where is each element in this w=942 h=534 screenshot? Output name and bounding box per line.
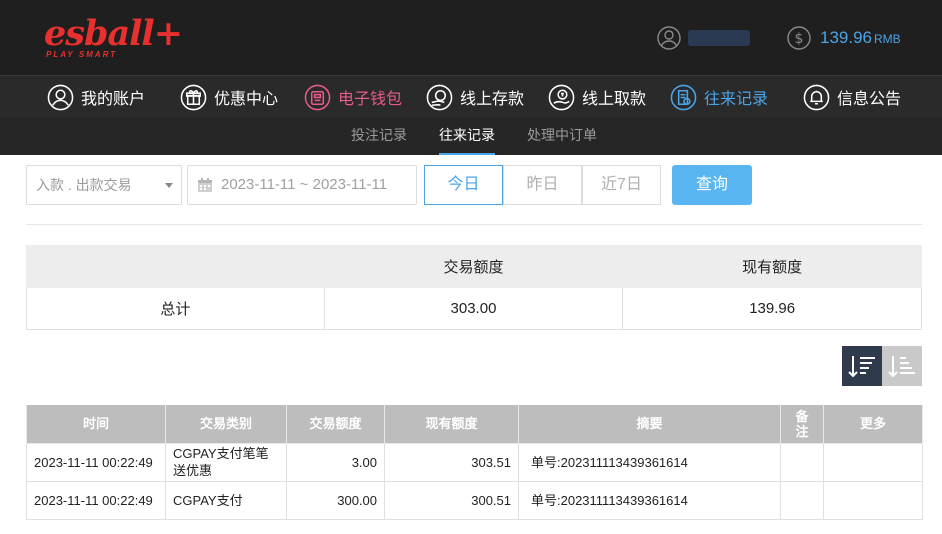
date-range-value: 2023-11-11 ~ 2023-11-11	[221, 176, 388, 193]
nav-item-announcements[interactable]: 信息公告	[803, 76, 901, 118]
column-header-summary: 摘要	[518, 405, 781, 444]
nav-item-my-account[interactable]: 我的账户	[47, 76, 145, 118]
deposit-icon	[426, 84, 453, 110]
nav-label: 我的账户	[81, 91, 146, 108]
cell-time: 2023-11-11 00:22:49	[26, 480, 166, 520]
query-button[interactable]: 查询	[672, 165, 752, 205]
range-today-button[interactable]: 今日	[424, 165, 503, 205]
nav-label: 电子钱包	[338, 91, 403, 108]
tab-pending-orders[interactable]: 处理中订单	[527, 117, 597, 155]
gift-icon	[180, 84, 207, 110]
range-last-7-days-button[interactable]: 近7日	[582, 165, 661, 205]
select-value: 入款 . 出款交易	[36, 177, 132, 193]
nav-item-e-wallet[interactable]: 电子钱包	[304, 76, 402, 118]
column-header-balance: 现有额度	[384, 405, 519, 444]
sort-descending-icon	[848, 356, 875, 378]
wallet-icon	[304, 84, 331, 110]
nav-item-transaction-records[interactable]: 往来记录	[670, 76, 768, 118]
top-header: esball+ PLAY SMART $ 139.96 RMB	[0, 0, 942, 75]
summary-cell: 总计	[26, 287, 325, 330]
summary-total-row: 总计 303.00 139.96	[26, 287, 922, 330]
nav-item-online-deposit[interactable]: 线上存款	[426, 76, 524, 118]
summary-header-row: 交易额度 现有额度	[26, 245, 922, 288]
tab-transaction-records[interactable]: 往来记录	[439, 117, 495, 155]
cell-more[interactable]	[823, 442, 923, 482]
nav-label: 信息公告	[837, 91, 902, 108]
cell-summary: 单号:202311113439361614	[518, 442, 781, 482]
records-table: 时间 交易类别 交易额度 现有额度 摘要 备注 更多 2023-11-11 00…	[26, 405, 923, 520]
sort-ascending-button[interactable]	[882, 346, 922, 386]
column-header-amount: 交易额度	[286, 405, 385, 444]
cell-time: 2023-11-11 00:22:49	[26, 442, 166, 482]
balance-unit: RMB	[874, 32, 901, 46]
table-row: 2023-11-11 00:22:49 CGPAY支付 300.00 300.5…	[26, 480, 923, 520]
esball-logo[interactable]: esball+ PLAY SMART	[44, 14, 183, 62]
nav-label: 优惠中心	[214, 91, 279, 108]
wallet-balance: 139.96 RMB	[820, 28, 901, 49]
records-header-row: 时间 交易类别 交易额度 现有额度 摘要 备注 更多	[26, 405, 923, 444]
balance-amount: 139.96	[820, 28, 872, 47]
table-row: 2023-11-11 00:22:49 CGPAY支付笔笔送优惠 3.00 30…	[26, 442, 923, 482]
sub-nav: 投注记录 往来记录 处理中订单	[0, 117, 942, 155]
cell-remark	[780, 442, 824, 482]
summary-header-cell: 现有额度	[622, 245, 922, 288]
column-header-more: 更多	[823, 405, 923, 444]
transaction-type-select[interactable]: 入款 . 出款交易	[26, 165, 182, 205]
column-header-type: 交易类别	[165, 405, 287, 444]
cell-more[interactable]	[823, 480, 923, 520]
nav-item-online-withdraw[interactable]: 线上取款	[548, 76, 646, 118]
summary-header-cell: 交易额度	[323, 245, 624, 288]
records-icon	[670, 84, 697, 110]
logo-tagline: PLAY SMART	[46, 50, 118, 59]
cell-type: CGPAY支付笔笔送优惠	[165, 442, 287, 482]
sort-ascending-icon	[888, 356, 915, 378]
cell-amount: 300.00	[286, 480, 385, 520]
date-range-input[interactable]: 2023-11-11 ~ 2023-11-11	[187, 165, 417, 205]
cell-balance: 303.51	[384, 442, 519, 482]
cell-balance: 300.51	[384, 480, 519, 520]
nav-item-promotions[interactable]: 优惠中心	[180, 76, 278, 118]
user-circle-icon	[47, 84, 74, 110]
cell-amount: 3.00	[286, 442, 385, 482]
summary-header-cell	[26, 245, 325, 288]
logo-text: esball+	[44, 13, 183, 54]
summary-cell: 139.96	[622, 287, 922, 330]
sort-descending-button[interactable]	[842, 346, 882, 386]
main-nav: 我的账户 优惠中心 电子钱包 线上存款 线上取款 往来记录 信息公告	[0, 75, 942, 117]
user-icon[interactable]	[657, 26, 681, 50]
svg-text:$: $	[795, 31, 804, 47]
caret-down-icon	[165, 183, 173, 188]
range-yesterday-button[interactable]: 昨日	[503, 165, 582, 205]
dollar-coin-icon: $	[787, 26, 811, 50]
tab-bet-records[interactable]: 投注记录	[351, 117, 407, 155]
cell-remark	[780, 480, 824, 520]
cell-type: CGPAY支付	[165, 480, 287, 520]
withdraw-icon	[548, 84, 575, 110]
nav-label: 线上取款	[582, 91, 647, 108]
column-header-remark: 备注	[780, 405, 824, 444]
summary-table: 交易额度 现有额度 总计 303.00 139.96	[26, 245, 922, 330]
calendar-icon	[198, 178, 212, 192]
nav-label: 线上存款	[460, 91, 525, 108]
cell-summary: 单号:202311113439361614	[518, 480, 781, 520]
summary-cell: 303.00	[323, 287, 624, 330]
username-masked	[688, 30, 750, 46]
bell-icon	[803, 84, 830, 110]
nav-label: 往来记录	[704, 91, 769, 108]
divider	[26, 224, 922, 225]
column-header-time: 时间	[26, 405, 166, 444]
